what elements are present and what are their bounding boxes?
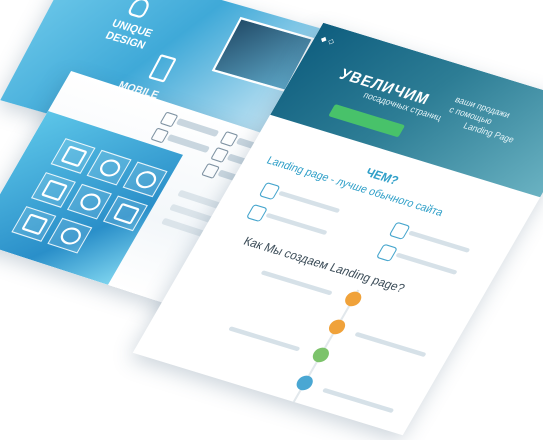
document-icon <box>112 202 141 225</box>
feature-icon <box>210 146 230 163</box>
benefit-text <box>278 190 341 214</box>
share-icon <box>57 225 85 247</box>
feature-icon <box>201 162 220 179</box>
step-circle <box>293 373 316 393</box>
feature-icon <box>150 127 170 144</box>
tile-globe <box>122 161 168 198</box>
bulb-icon <box>126 0 153 19</box>
heading-how: Как Мы создаем Landing page? <box>240 234 407 296</box>
feature-icon <box>159 111 179 128</box>
feature-text <box>166 134 211 154</box>
benefit-text <box>265 212 328 236</box>
network-icon <box>76 191 105 213</box>
logo: ◆ ◇ <box>318 35 336 47</box>
benefit-icon <box>258 181 281 201</box>
benefit-icon <box>388 221 411 240</box>
chart-icon <box>60 145 88 168</box>
benefit-text <box>395 252 458 275</box>
tile-network <box>66 183 112 220</box>
tile-share <box>47 217 93 254</box>
unique-design-label: UNIQUE DESIGN <box>103 17 155 52</box>
settings-icon <box>96 157 124 179</box>
step-text <box>354 331 427 358</box>
step-text <box>321 387 395 414</box>
feature-text <box>175 118 220 138</box>
step-circle <box>342 289 365 309</box>
phone-icon <box>148 53 177 83</box>
step-circle <box>309 345 332 365</box>
step-text <box>228 326 301 352</box>
tile-document <box>102 195 148 232</box>
tile-settings <box>86 149 132 186</box>
step-circle <box>325 317 349 337</box>
step-text <box>260 270 333 296</box>
benefit-text <box>408 230 471 253</box>
globe-icon <box>132 168 160 191</box>
tile-analytics <box>11 206 57 242</box>
tile-chart <box>50 138 96 174</box>
tools-icon <box>40 179 69 202</box>
heading-landing: Landing page - лучше обычного сайта <box>264 154 446 220</box>
analytics-icon <box>21 213 49 236</box>
benefit-icon <box>245 203 268 223</box>
tile-tools <box>30 172 76 208</box>
feature-icon <box>219 130 239 147</box>
benefit-icon <box>375 243 398 262</box>
